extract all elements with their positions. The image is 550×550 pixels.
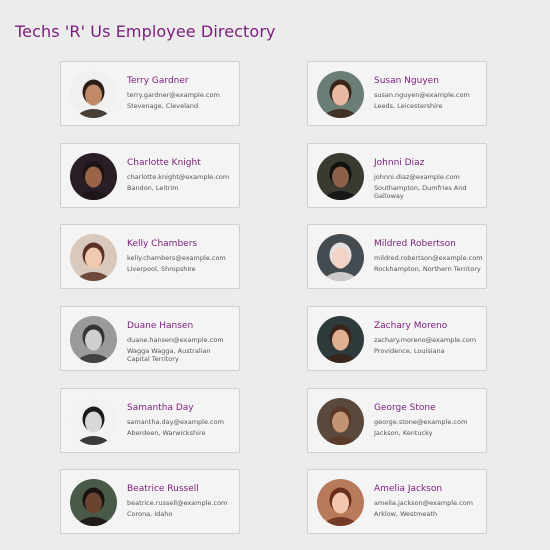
employee-email: samantha.day@example.com: [127, 418, 224, 426]
employee-card[interactable]: Kelly Chambers kelly.chambers@example.com…: [60, 224, 240, 289]
employee-email: susan.nguyen@example.com: [374, 91, 470, 99]
employee-avatar: [317, 316, 364, 363]
employee-avatar: [317, 234, 364, 281]
employee-name: Amelia Jackson: [374, 484, 443, 494]
employee-avatar: [70, 234, 117, 281]
employee-name: Kelly Chambers: [127, 239, 198, 249]
employee-info: Zachary Moreno zachary.moreno@example.com…: [374, 321, 482, 355]
employee-email: duane.hansen@example.com: [127, 336, 224, 344]
employee-info: Duane Hansen duane.hansen@example.com Wagg…: [127, 321, 235, 363]
employee-location: Southampton, Dumfries And Galloway: [374, 184, 467, 200]
employee-card[interactable]: Terry Gardner terry.gardner@example.com St…: [60, 61, 240, 126]
employee-card[interactable]: George Stone george.stone@example.com Jack…: [307, 388, 487, 453]
employee-email: amelia.jackson@example.com: [374, 499, 474, 507]
employee-card[interactable]: Amelia Jackson amelia.jackson@example.com…: [307, 469, 487, 534]
employee-email: johnni.diaz@example.com: [374, 173, 460, 181]
employee-email: mildred.robertson@example.com: [374, 254, 483, 262]
employee-location: Rockhampton, Northern Territory: [374, 265, 481, 273]
employee-location: Jackson, Kentucky: [374, 429, 433, 437]
employee-avatar: [317, 71, 364, 118]
employee-info: Samantha Day samantha.day@example.com Aber…: [127, 403, 235, 437]
employee-info: Amelia Jackson amelia.jackson@example.com…: [374, 484, 482, 518]
employee-card[interactable]: Duane Hansen duane.hansen@example.com Wagg…: [60, 306, 240, 371]
employee-card[interactable]: Johnni Diaz johnni.diaz@example.com Southa…: [307, 143, 487, 208]
employee-info: Charlotte Knight charlotte.knight@example…: [127, 158, 235, 192]
employee-email: beatrice.russell@example.com: [127, 499, 228, 507]
employee-location: Aberdeen, Warwickshire: [127, 429, 206, 437]
employee-card[interactable]: Susan Nguyen susan.nguyen@example.com Leed…: [307, 61, 487, 126]
employee-name: Mildred Robertson: [374, 239, 456, 249]
employee-email: george.stone@example.com: [374, 418, 468, 426]
employee-location: Providence, Louisiana: [374, 347, 445, 355]
employee-name: Beatrice Russell: [127, 484, 199, 494]
employee-info: Terry Gardner terry.gardner@example.com St…: [127, 76, 235, 110]
employee-avatar: [317, 398, 364, 445]
page-title: Techs 'R' Us Employee Directory: [15, 22, 276, 41]
employee-avatar: [317, 153, 364, 200]
employee-location: Leeds, Leicestershire: [374, 102, 443, 110]
employee-avatar: [70, 398, 117, 445]
employee-location: Arklow, Westmeath: [374, 510, 438, 518]
employee-avatar: [70, 316, 117, 363]
employee-info: Susan Nguyen susan.nguyen@example.com Leed…: [374, 76, 482, 110]
employee-avatar: [70, 71, 117, 118]
employee-avatar: [70, 479, 117, 526]
employee-name: George Stone: [374, 403, 436, 413]
employee-name: Samantha Day: [127, 403, 194, 413]
employee-name: Charlotte Knight: [127, 158, 201, 168]
employee-card[interactable]: Charlotte Knight charlotte.knight@example…: [60, 143, 240, 208]
employee-email: kelly.chambers@example.com: [127, 254, 226, 262]
employee-name: Susan Nguyen: [374, 76, 439, 86]
employee-card[interactable]: Beatrice Russell beatrice.russell@example…: [60, 469, 240, 534]
employee-location: Wagga Wagga, Australian Capital Territor…: [127, 347, 211, 363]
employee-card[interactable]: Mildred Robertson mildred.robertson@examp…: [307, 224, 487, 289]
employee-name: Johnni Diaz: [374, 158, 425, 168]
employee-info: Johnni Diaz johnni.diaz@example.com Southa…: [374, 158, 482, 200]
employee-card[interactable]: Samantha Day samantha.day@example.com Aber…: [60, 388, 240, 453]
employee-location: Bandon, Leitrim: [127, 184, 179, 192]
employee-card[interactable]: Zachary Moreno zachary.moreno@example.com…: [307, 306, 487, 371]
employee-name: Duane Hansen: [127, 321, 194, 331]
employee-location: Liverpool, Shropshire: [127, 265, 196, 273]
employee-info: Kelly Chambers kelly.chambers@example.com…: [127, 239, 235, 273]
employee-location: Stevenage, Cleveland: [127, 102, 199, 110]
employee-location: Corona, Idaho: [127, 510, 173, 518]
employee-avatar: [70, 153, 117, 200]
employee-name: Zachary Moreno: [374, 321, 448, 331]
employee-email: terry.gardner@example.com: [127, 91, 220, 99]
employee-info: Beatrice Russell beatrice.russell@example…: [127, 484, 235, 518]
employee-info: Mildred Robertson mildred.robertson@examp…: [374, 239, 483, 273]
employee-avatar: [317, 479, 364, 526]
employee-email: zachary.moreno@example.com: [374, 336, 477, 344]
employee-email: charlotte.knight@example.com: [127, 173, 230, 181]
employee-name: Terry Gardner: [127, 76, 189, 86]
employee-info: George Stone george.stone@example.com Jack…: [374, 403, 482, 437]
